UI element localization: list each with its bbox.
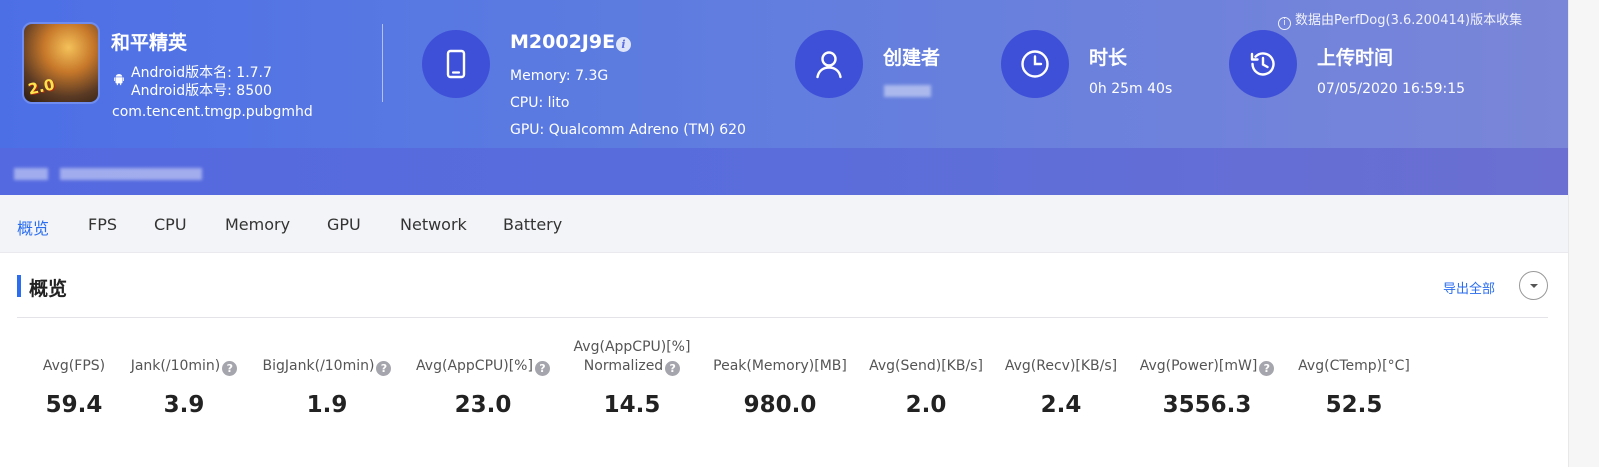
collect-note: i 数据由PerfDog(3.6.200414)版本收集 xyxy=(1278,9,1522,30)
metric-value-avg-fps: 59.4 xyxy=(45,392,103,418)
tab-network[interactable]: Network xyxy=(400,215,467,234)
tab-bar: 概览 FPS CPU Memory GPU Network Battery xyxy=(0,195,1568,253)
metric-avg-power: Avg(Power)[mW]? xyxy=(1134,357,1280,376)
metric-value-bigjank: 1.9 xyxy=(306,392,348,418)
metric-value-avg-recv: 2.4 xyxy=(1040,392,1082,418)
help-icon[interactable]: ? xyxy=(665,361,681,376)
metric-label-line2: Normalized? xyxy=(568,357,696,376)
package-name: com.tencent.tmgp.pubgmhd xyxy=(112,104,313,120)
metric-avg-ctemp: Avg(CTemp)[°C] xyxy=(1292,357,1416,376)
tab-overview[interactable]: 概览 xyxy=(17,215,49,239)
history-icon xyxy=(1229,30,1297,98)
creator-name-redacted xyxy=(884,85,931,97)
device-model: M2002J9E xyxy=(510,31,616,53)
metric-label: BigJank(/10min)? xyxy=(254,357,400,376)
metric-label: Jank(/10min)? xyxy=(124,357,244,376)
metric-label: Avg(CTemp)[°C] xyxy=(1298,358,1410,374)
tab-memory[interactable]: Memory xyxy=(225,215,290,234)
tab-gpu[interactable]: GPU xyxy=(327,215,361,234)
metric-avg-appcpu: Avg(AppCPU)[%]? xyxy=(408,357,558,376)
metric-avg-recv: Avg(Recv)[KB/s] xyxy=(998,357,1124,376)
android-version-name: Android版本名: 1.7.7 xyxy=(131,65,272,81)
creator-title: 创建者 xyxy=(883,47,941,69)
phone-icon xyxy=(422,30,490,98)
section-divider xyxy=(17,317,1548,318)
device-cpu: CPU: lito xyxy=(510,95,570,111)
upload-title: 上传时间 xyxy=(1317,47,1394,69)
help-icon[interactable]: ? xyxy=(376,361,392,376)
metric-label: Peak(Memory)[MB] xyxy=(713,358,847,374)
metric-value-avg-appcpu-normalized: 14.5 xyxy=(603,392,661,418)
redacted-text xyxy=(14,168,48,180)
metric-peak-memory: Peak(Memory)[MB] xyxy=(708,357,852,376)
device-memory: Memory: 7.3G xyxy=(510,68,609,84)
header-band xyxy=(0,148,1568,195)
collect-note-text: 数据由PerfDog(3.6.200414)版本收集 xyxy=(1295,13,1523,28)
collapse-button[interactable] xyxy=(1519,271,1548,300)
redacted-text xyxy=(60,168,202,180)
section-title: 概览 xyxy=(29,278,68,300)
metric-avg-fps: Avg(FPS) xyxy=(32,357,116,376)
clock-icon xyxy=(1001,30,1069,98)
device-gpu: GPU: Qualcomm Adreno (TM) 620 xyxy=(510,122,746,138)
metric-label: Avg(Send)[KB/s] xyxy=(869,358,983,374)
help-icon[interactable]: ? xyxy=(1259,361,1275,376)
metric-jank: Jank(/10min)? xyxy=(124,357,244,376)
scrollbar[interactable] xyxy=(1568,0,1599,467)
tab-fps[interactable]: FPS xyxy=(88,215,117,234)
export-all-link[interactable]: 导出全部 xyxy=(1443,278,1495,297)
metric-value-avg-ctemp: 52.5 xyxy=(1325,392,1383,418)
metric-value-peak-memory: 980.0 xyxy=(743,392,817,418)
divider xyxy=(382,24,383,102)
duration-title: 时长 xyxy=(1089,47,1128,69)
metric-value-avg-send: 2.0 xyxy=(905,392,947,418)
metric-value-jank: 3.9 xyxy=(163,392,205,418)
metric-bigjank: BigJank(/10min)? xyxy=(254,357,400,376)
app-icon-badge: 2.0 xyxy=(26,75,57,99)
app-name: 和平精英 xyxy=(111,32,188,54)
duration-value: 0h 25m 40s xyxy=(1089,81,1173,97)
info-circle-icon: i xyxy=(1278,17,1291,30)
help-icon[interactable]: ? xyxy=(534,361,550,376)
user-icon xyxy=(795,30,863,98)
section-accent-bar xyxy=(17,275,21,297)
upload-value: 07/05/2020 16:59:15 xyxy=(1317,81,1466,97)
metric-label: Avg(Recv)[KB/s] xyxy=(1004,358,1118,374)
metric-value-avg-appcpu: 23.0 xyxy=(454,392,512,418)
report-header: 2.0 和平精英 Android版本名: 1.7.7 Android版本号: 8… xyxy=(0,0,1568,195)
info-icon[interactable]: i xyxy=(616,37,631,52)
tab-battery[interactable]: Battery xyxy=(503,215,562,234)
metric-avg-appcpu-normalized: Avg(AppCPU)[%] Normalized? xyxy=(568,338,696,376)
metric-label: Avg(AppCPU)[%] xyxy=(573,339,691,355)
metric-label: Avg(FPS) xyxy=(42,358,106,374)
metric-label: Avg(AppCPU)[%]? xyxy=(408,357,558,376)
android-version-code: Android版本号: 8500 xyxy=(131,83,272,99)
app-icon: 2.0 xyxy=(22,22,100,104)
tab-cpu[interactable]: CPU xyxy=(154,215,187,234)
metric-avg-send: Avg(Send)[KB/s] xyxy=(862,357,990,376)
metric-label: Avg(Power)[mW]? xyxy=(1134,357,1280,376)
android-icon xyxy=(112,72,126,86)
metric-value-avg-power: 3556.3 xyxy=(1162,392,1252,418)
chevron-down-icon xyxy=(1529,283,1538,288)
help-icon[interactable]: ? xyxy=(222,361,238,376)
